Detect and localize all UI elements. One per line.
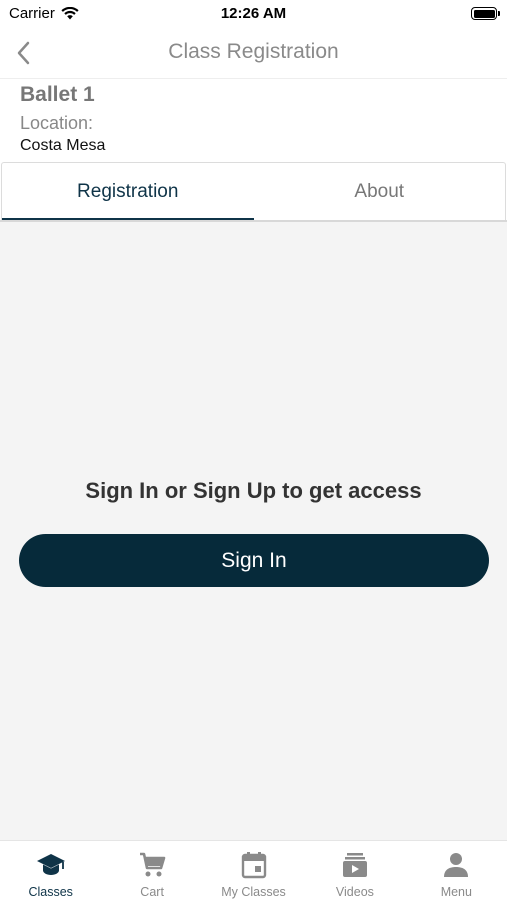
cart-icon <box>140 852 166 877</box>
tab-registration[interactable]: Registration <box>2 163 254 221</box>
tabbar-label-classes: Classes <box>28 885 73 899</box>
battery-icon <box>471 7 500 20</box>
tabbar-item-my-classes[interactable]: My Classes <box>203 841 304 901</box>
person-icon <box>444 853 469 877</box>
page-title: Class Registration <box>168 40 339 63</box>
status-bar: Carrier 12:26 AM <box>0 0 507 28</box>
tabbar-label-videos: Videos <box>335 885 374 899</box>
tabbar-item-videos[interactable]: Videos <box>304 841 405 901</box>
tab-about[interactable]: About <box>254 163 506 220</box>
registration-content: Sign In or Sign Up to get access Sign In <box>0 222 507 840</box>
tabbar-item-cart[interactable]: Cart <box>101 841 202 901</box>
video-library-icon <box>342 853 367 877</box>
tabbar-item-classes[interactable]: Classes <box>0 841 101 901</box>
graduation-cap-icon <box>36 854 65 875</box>
location-label: Location: <box>20 113 94 133</box>
location-value: Costa Mesa <box>20 137 106 154</box>
sign-in-prompt: Sign In or Sign Up to get access <box>85 478 422 503</box>
tabbar-item-menu[interactable]: Menu <box>406 841 507 901</box>
bottom-tab-bar: Classes Cart My Classes Videos Menu <box>0 840 507 901</box>
tabbar-label-menu: Menu <box>440 885 472 899</box>
class-info: Ballet 1 Location: Costa Mesa <box>20 82 105 157</box>
class-name: Ballet 1 <box>20 83 95 106</box>
status-time: 12:26 AM <box>220 5 287 22</box>
tabbar-label-cart: Cart <box>140 885 164 899</box>
segment-tabs: Registration About <box>1 162 506 221</box>
calendar-icon <box>241 852 266 879</box>
tabbar-label-my-classes: My Classes <box>221 885 286 899</box>
navigation-bar: Class Registration <box>0 28 507 79</box>
sign-in-button[interactable]: Sign In <box>19 534 489 587</box>
